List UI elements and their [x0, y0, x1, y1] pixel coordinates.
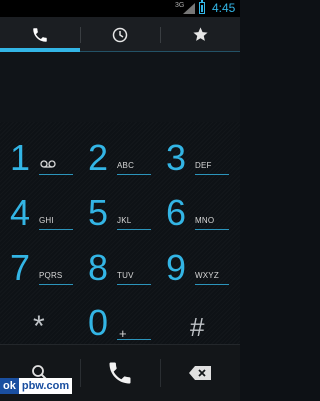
key-underline	[195, 284, 229, 285]
key-digit: 4	[10, 192, 31, 233]
key-digit: 7	[10, 247, 31, 288]
key-2[interactable]: 2 ABC	[80, 132, 160, 187]
tab-call-log[interactable]	[80, 17, 160, 52]
key-underline	[39, 229, 73, 230]
key-digit: *	[33, 310, 45, 343]
backspace-button[interactable]	[160, 345, 240, 401]
key-digit: 8	[88, 247, 109, 288]
key-digit: 3	[166, 137, 187, 178]
key-underline	[195, 229, 229, 230]
key-digit: 0	[88, 302, 109, 343]
clock-icon	[112, 27, 128, 42]
key-9[interactable]: 9 WXYZ	[158, 242, 238, 297]
key-letters: GHI	[39, 216, 54, 225]
phone-icon	[109, 362, 131, 384]
digits-display[interactable]	[0, 52, 240, 123]
star-icon	[192, 27, 208, 41]
signal-icon	[183, 3, 195, 14]
voicemail-icon	[40, 160, 56, 168]
key-digit: 9	[166, 247, 187, 288]
key-underline	[117, 229, 151, 230]
key-letters: MNO	[195, 216, 215, 225]
key-4[interactable]: 4 GHI	[2, 187, 82, 242]
key-1[interactable]: 1	[2, 132, 82, 187]
key-5[interactable]: 5 JKL	[80, 187, 160, 242]
key-letters: TUV	[117, 271, 134, 280]
tab-bar	[0, 17, 240, 52]
key-underline	[117, 174, 151, 175]
key-letters: PQRS	[39, 271, 63, 280]
backspace-icon	[189, 366, 211, 380]
key-letters: WXYZ	[195, 271, 219, 280]
key-3[interactable]: 3 DEF	[158, 132, 238, 187]
key-letters: ABC	[117, 161, 135, 170]
key-8[interactable]: 8 TUV	[80, 242, 160, 297]
key-digit: 6	[166, 192, 187, 233]
call-button[interactable]	[80, 345, 160, 401]
key-letters: DEF	[195, 161, 212, 170]
phone-icon	[33, 27, 47, 42]
tab-favorites[interactable]	[160, 17, 240, 52]
key-underline	[39, 174, 73, 175]
dialpad: 1 2 ABC 3 DEF 4 GHI 5 JKL 6 MNO 7 PQRS 8…	[0, 122, 240, 344]
status-bar: 3G 4:45	[0, 0, 240, 17]
key-underline	[117, 339, 151, 340]
tab-phone[interactable]	[0, 17, 80, 52]
key-6[interactable]: 6 MNO	[158, 187, 238, 242]
status-time: 4:45	[212, 1, 236, 15]
key-digit: 2	[88, 137, 109, 178]
key-underline	[39, 284, 73, 285]
battery-icon	[199, 0, 205, 14]
key-digit: #	[190, 312, 205, 342]
watermark-logo: ok pbw.com	[0, 378, 73, 394]
key-letters: JKL	[117, 216, 132, 225]
key-7[interactable]: 7 PQRS	[2, 242, 82, 297]
key-digit: 1	[10, 137, 31, 178]
watermark-part-a: ok	[0, 378, 19, 394]
key-underline	[117, 284, 151, 285]
watermark-part-b: pbw.com	[18, 378, 73, 394]
key-digit: 5	[88, 192, 109, 233]
key-underline	[195, 174, 229, 175]
